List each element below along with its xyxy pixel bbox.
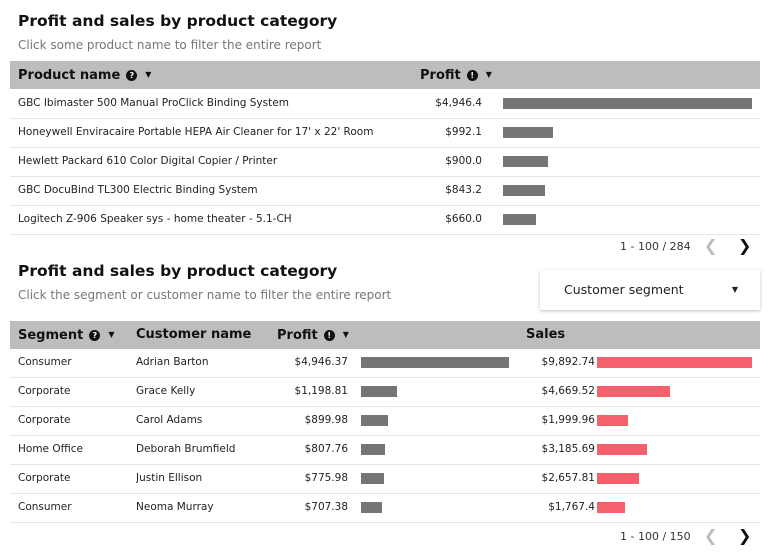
table-row[interactable]: Corporate Carol Adams $899.98 $1,999.96 (10, 406, 760, 436)
table2-next-page-icon[interactable]: ❯ (738, 528, 751, 544)
table2-header: Segment? ▼ Customer name Profit! ▼ Sales (10, 321, 760, 349)
help-icon[interactable]: ! (323, 330, 335, 341)
section2-title: Profit and sales by product category (18, 262, 338, 280)
profit-bar (503, 214, 536, 225)
product-name-cell[interactable]: Honeywell Enviracaire Portable HEPA Air … (18, 118, 408, 147)
sales-value-cell: $3,185.69 (541, 443, 595, 455)
column-header-profit[interactable]: Profit! ▼ (420, 61, 492, 89)
profit-value-cell: $660.0 (445, 213, 482, 225)
profit-value-cell: $843.2 (445, 184, 482, 196)
column-label-profit: Profit (420, 68, 461, 83)
segment-cell[interactable]: Corporate (18, 377, 128, 406)
customer-name-cell[interactable]: Grace Kelly (136, 377, 276, 406)
product-name-cell[interactable]: Logitech Z-906 Speaker sys - home theate… (18, 205, 408, 234)
dropdown-caret-icon: ▼ (731, 285, 738, 294)
table-row[interactable]: Corporate Justin Ellison $775.98 $2,657.81 (10, 464, 760, 494)
column-label-segment: Segment (18, 328, 84, 343)
profit-value-cell: $899.98 (304, 414, 348, 426)
table2-prev-page-icon[interactable]: ❮ (704, 528, 717, 544)
sales-value-cell: $4,669.52 (541, 385, 595, 397)
sales-bar (597, 386, 670, 397)
table-row[interactable]: GBC DocuBind TL300 Electric Binding Syst… (10, 176, 760, 206)
sales-bar (597, 502, 625, 513)
profit-bar (361, 444, 385, 455)
profit-bar (503, 156, 548, 167)
profit-value-cell: $992.1 (445, 126, 482, 138)
profit-value-cell: $707.38 (304, 501, 348, 513)
sales-bar (597, 473, 639, 484)
product-name-cell[interactable]: GBC Ibimaster 500 Manual ProClick Bindin… (18, 89, 408, 118)
customer-name-cell[interactable]: Justin Ellison (136, 464, 276, 493)
profit-bar (361, 415, 388, 426)
table-row[interactable]: Corporate Grace Kelly $1,198.81 $4,669.52 (10, 377, 760, 407)
column-header-sales[interactable]: Sales (526, 321, 565, 349)
sales-bar (597, 415, 628, 426)
table-row[interactable]: Honeywell Enviracaire Portable HEPA Air … (10, 118, 760, 148)
sales-value-cell: $1,767.4 (548, 501, 595, 513)
segment-cell[interactable]: Consumer (18, 348, 128, 377)
table1-next-page-icon[interactable]: ❯ (738, 238, 751, 254)
column-header-profit[interactable]: Profit! ▼ (277, 321, 349, 349)
sales-value-cell: $9,892.74 (541, 356, 595, 368)
column-label-customer: Customer name (136, 327, 252, 342)
profit-value-cell: $4,946.4 (435, 97, 482, 109)
profit-bar (503, 127, 553, 138)
sort-caret-icon[interactable]: ▼ (486, 61, 492, 89)
table-row[interactable]: Home Office Deborah Brumfield $807.76 $3,18… (10, 435, 760, 465)
segment-cell[interactable]: Home Office (18, 435, 128, 464)
column-label-sales: Sales (526, 327, 566, 342)
segment-cell[interactable]: Consumer (18, 493, 128, 522)
sort-caret-icon[interactable]: ▼ (343, 321, 349, 349)
product-name-cell[interactable]: Hewlett Packard 610 Color Digital Copier… (18, 147, 408, 176)
sales-bar (597, 357, 752, 368)
table1-prev-page-icon[interactable]: ❮ (704, 238, 717, 254)
customer-name-cell[interactable]: Adrian Barton (136, 348, 276, 377)
profit-value-cell: $900.0 (445, 155, 482, 167)
segment-cell[interactable]: Corporate (18, 464, 128, 493)
sales-value-cell: $1,999.96 (541, 414, 595, 426)
table-row[interactable]: GBC Ibimaster 500 Manual ProClick Bindin… (10, 89, 760, 119)
table-row[interactable]: Logitech Z-906 Speaker sys - home theate… (10, 205, 760, 235)
profit-value-cell: $1,198.81 (294, 385, 348, 397)
profit-bar (361, 473, 384, 484)
table1-pagination-label: 1 - 100 / 284 (620, 240, 691, 253)
profit-bar (361, 502, 382, 513)
table1-header: Product name? ▼ Profit! ▼ (10, 61, 760, 89)
section1-title: Profit and sales by product category (18, 12, 338, 30)
section2-subtitle: Click the segment or customer name to fi… (18, 288, 392, 302)
dropdown-label: Customer segment (564, 282, 684, 297)
column-label-product: Product name (18, 68, 121, 83)
profit-value-cell: $4,946.37 (294, 356, 348, 368)
profit-bar (503, 98, 752, 109)
section1-subtitle: Click some product name to filter the en… (18, 38, 322, 52)
profit-bar (361, 386, 397, 397)
profit-value-cell: $775.98 (304, 472, 348, 484)
customer-name-cell[interactable]: Carol Adams (136, 406, 276, 435)
segment-cell[interactable]: Corporate (18, 406, 128, 435)
customer-name-cell[interactable]: Neoma Murray (136, 493, 276, 522)
customer-segment-dropdown[interactable]: Customer segment ▼ (540, 270, 760, 310)
column-label-profit: Profit (277, 328, 318, 343)
sort-caret-icon[interactable]: ▼ (145, 61, 151, 89)
table-row[interactable]: Hewlett Packard 610 Color Digital Copier… (10, 147, 760, 177)
column-header-segment[interactable]: Segment? ▼ (18, 321, 114, 349)
column-header-customer[interactable]: Customer name (136, 321, 251, 349)
help-icon[interactable]: ? (126, 70, 138, 81)
table-row[interactable]: Consumer Neoma Murray $707.38 $1,767.4 (10, 493, 760, 523)
table2-pagination-label: 1 - 100 / 150 (620, 530, 691, 543)
sort-caret-icon[interactable]: ▼ (108, 321, 114, 349)
profit-bar (503, 185, 545, 196)
profit-bar (361, 357, 509, 368)
table-row[interactable]: Consumer Adrian Barton $4,946.37 $9,892.74 (10, 348, 760, 378)
customer-name-cell[interactable]: Deborah Brumfield (136, 435, 276, 464)
product-name-cell[interactable]: GBC DocuBind TL300 Electric Binding Syst… (18, 176, 408, 205)
profit-value-cell: $807.76 (304, 443, 348, 455)
help-icon[interactable]: ! (466, 70, 478, 81)
help-icon[interactable]: ? (89, 330, 101, 341)
sales-value-cell: $2,657.81 (541, 472, 595, 484)
column-header-product[interactable]: Product name? ▼ (18, 61, 151, 89)
sales-bar (597, 444, 647, 455)
